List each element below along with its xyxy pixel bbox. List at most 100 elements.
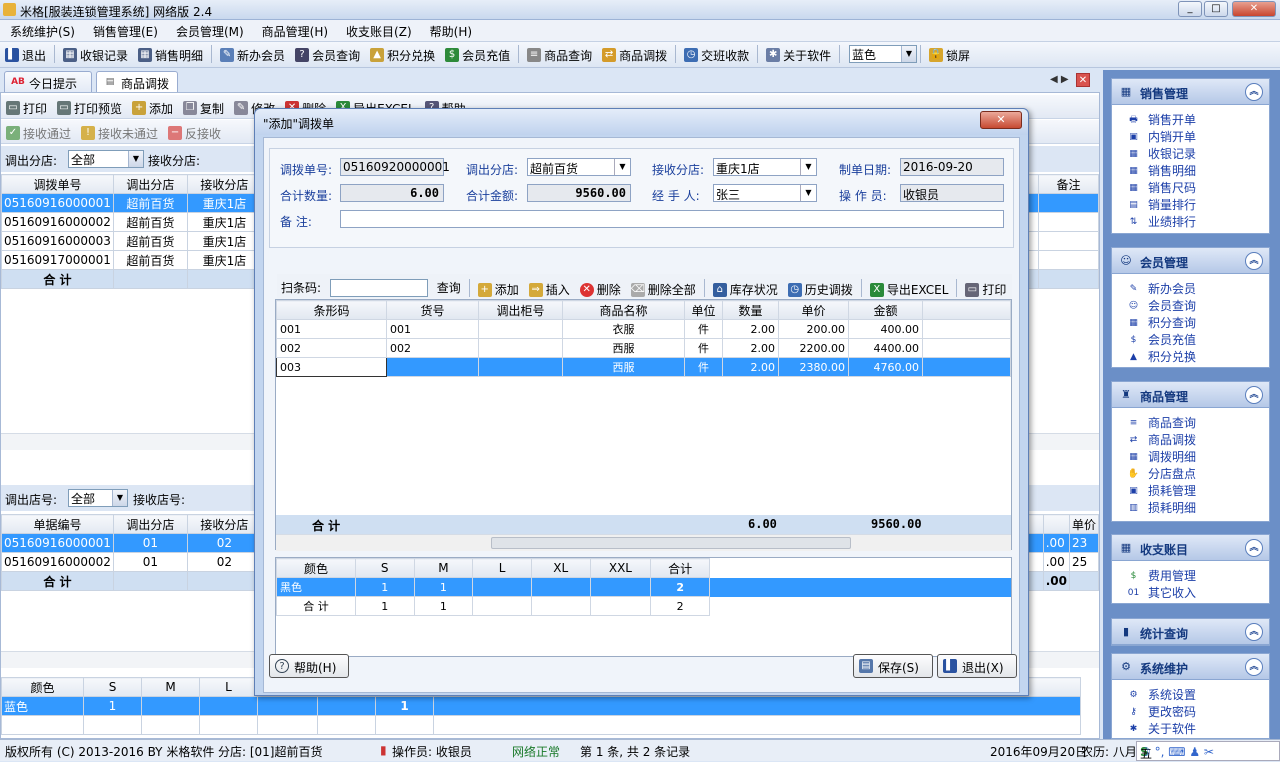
sidebar-item-change-password[interactable]: ⚷ 更改密码 — [1112, 704, 1269, 721]
cell[interactable]: 件 — [684, 357, 723, 377]
menu-accounts[interactable]: 收支账目(Z) — [336, 20, 420, 40]
points-exchange-button[interactable]: ▲ 积分兑换 — [365, 43, 440, 67]
approve-fail-button[interactable]: ! 接收未通过 — [76, 121, 163, 145]
cell[interactable] — [472, 577, 532, 597]
sidebar-item-about[interactable]: ✱ 关于软件 — [1112, 721, 1269, 738]
minimize-button[interactable]: _ — [1178, 1, 1202, 17]
items-horizontal-scrollbar[interactable] — [276, 534, 1011, 551]
note-input[interactable] — [340, 210, 1004, 228]
menu-help[interactable]: 帮助(H) — [420, 20, 480, 40]
sales-detail-button[interactable]: ▦ 销售明细 — [133, 43, 208, 67]
cell[interactable] — [478, 319, 563, 339]
panel-header[interactable]: ▦ 收支账目 ︽ — [1112, 535, 1269, 561]
cell[interactable] — [589, 577, 652, 597]
dialog-help-button[interactable]: ? 帮助(H) — [269, 654, 349, 678]
sidebar-item-system-settings[interactable]: ⚙ 系统设置 — [1112, 687, 1269, 704]
handler-select[interactable]: 张三 ▼ — [713, 184, 817, 202]
collapse-icon[interactable]: ︽ — [1245, 539, 1263, 557]
cell[interactable]: 001 — [386, 319, 479, 339]
panel-header[interactable]: ⚙ 系统维护 ︽ — [1112, 654, 1269, 680]
sidebar-item-sales-detail[interactable]: ▦ 销售明细 — [1112, 163, 1269, 180]
collapse-icon[interactable]: ︽ — [1245, 252, 1263, 270]
col-out-branch[interactable]: 调出分店 — [112, 174, 188, 194]
ime-toolbar[interactable]: S 五 ☽ °, ⌨ ♟ ✂ — [1136, 741, 1280, 761]
row-delete-all-button[interactable]: ⌫ 删除全部 — [626, 278, 701, 302]
col-goods-name[interactable]: 商品名称 — [562, 300, 685, 320]
col-color[interactable]: 颜色 — [1, 677, 84, 697]
sidebar-item-sales-size[interactable]: ▦ 销售尺码 — [1112, 180, 1269, 197]
cell[interactable]: 件 — [684, 338, 723, 358]
sidebar-item-expense[interactable]: $ 费用管理 — [1112, 568, 1269, 585]
col-bill-no[interactable]: 单据编号 — [1, 514, 114, 534]
sidebar-item-other-income[interactable]: 01 其它收入 — [1112, 585, 1269, 602]
cell[interactable]: 4400.00 — [848, 338, 923, 358]
col-m[interactable]: M — [141, 677, 200, 697]
menu-sales[interactable]: 销售管理(E) — [83, 20, 166, 40]
row-insert-button[interactable]: ⇒ 插入 — [524, 278, 575, 302]
cell[interactable]: 4760.00 — [848, 357, 923, 377]
exit-dialog-button[interactable]: ▌ 退出(X) — [937, 654, 1017, 678]
cell[interactable]: 2200.00 — [778, 338, 849, 358]
row-delete-button[interactable]: ✕ 删除 — [575, 278, 626, 302]
col-in-branch[interactable]: 接收分店 — [186, 514, 262, 534]
barcode-edit-cell[interactable]: 003 — [276, 357, 387, 377]
member-recharge-button[interactable]: $ 会员充值 — [440, 43, 515, 67]
save-button[interactable]: ▤ 保存(S) — [853, 654, 933, 678]
col-item-no[interactable]: 货号 — [386, 300, 479, 320]
menu-goods[interactable]: 商品管理(H) — [252, 20, 336, 40]
scan-query-button[interactable]: 查询 — [432, 275, 466, 299]
table-row[interactable]: 黑色 1 1 2 — [276, 577, 710, 597]
sidebar-item-goods-transfer[interactable]: ⇄ 商品调拨 — [1112, 432, 1269, 449]
panel-header[interactable]: ♜ 商品管理 ︽ — [1112, 382, 1269, 408]
col-amount[interactable]: 金额 — [848, 300, 923, 320]
dialog-export-excel-button[interactable]: X 导出EXCEL — [865, 278, 954, 302]
table-row[interactable]: 001 001 衣服件 2.00 200.00 400.00 — [276, 319, 1011, 339]
table-row[interactable]: 002 002 西服件 2.00 2200.00 4400.00 — [276, 338, 1011, 358]
member-query-button[interactable]: ? 会员查询 — [290, 43, 365, 67]
cell[interactable] — [530, 577, 591, 597]
panel-header[interactable]: ▮ 统计查询 ︽ — [1112, 619, 1269, 645]
sidebar-item-member-recharge[interactable]: $ 会员充值 — [1112, 332, 1269, 349]
cell[interactable]: 002 — [276, 338, 387, 358]
tab-today-tips[interactable]: AB 今日提示 — [4, 71, 92, 92]
sidebar-item-cash-records[interactable]: ▦ 收银记录 — [1112, 146, 1269, 163]
print-preview-button[interactable]: ▭ 打印预览 — [52, 96, 127, 120]
about-button[interactable]: ✱ 关于软件 — [761, 43, 836, 67]
goods-transfer-button[interactable]: ⇄ 商品调拨 — [597, 43, 672, 67]
sidebar-item-goods-query[interactable]: ≡ 商品查询 — [1112, 415, 1269, 432]
collapse-icon[interactable]: ︽ — [1245, 83, 1263, 101]
collapse-icon[interactable]: ︽ — [1245, 658, 1263, 676]
menu-member[interactable]: 会员管理(M) — [166, 20, 252, 40]
dialog-print-button[interactable]: ▭ 打印 — [960, 278, 1011, 302]
col-total[interactable]: 合计 — [650, 558, 710, 578]
cell[interactable]: 1 — [413, 577, 474, 597]
col-in-branch[interactable]: 接收分店 — [186, 174, 262, 194]
cell[interactable]: 西服 — [562, 357, 685, 377]
table-row[interactable]: 003 西服件 2.00 2380.00 4760.00 — [276, 357, 1011, 377]
panel-header[interactable]: ☺ 会员管理 ︽ — [1112, 248, 1269, 274]
cell[interactable]: 2.00 — [722, 319, 779, 339]
sidebar-item-loss-detail[interactable]: ▥ 损耗明细 — [1112, 500, 1269, 517]
sidebar-item-sales-rank[interactable]: ▤ 销量排行 — [1112, 197, 1269, 214]
cell[interactable]: 200.00 — [778, 319, 849, 339]
col-color[interactable]: 颜色 — [276, 558, 356, 578]
col-counter[interactable]: 调出柜号 — [478, 300, 563, 320]
col-l[interactable]: L — [199, 677, 258, 697]
maximize-button[interactable]: □ — [1204, 1, 1228, 17]
scan-input[interactable] — [329, 279, 428, 297]
col-unit-price[interactable]: 单价 — [778, 300, 849, 320]
col-transfer-no[interactable]: 调拨单号 — [1, 174, 114, 194]
sidebar-item-sales-order[interactable]: 🖶 销售开单 — [1112, 112, 1269, 129]
exit-button[interactable]: ▌ 退出 — [0, 43, 51, 67]
sidebar-item-points-exchange[interactable]: ▲ 积分兑换 — [1112, 349, 1269, 366]
new-member-button[interactable]: ✎ 新办会员 — [215, 43, 290, 67]
col-price[interactable]: 单价 — [1068, 514, 1100, 534]
col-note[interactable]: 备注 — [1038, 174, 1099, 194]
cell[interactable]: 001 — [276, 319, 387, 339]
cell[interactable]: 1 — [354, 577, 415, 597]
tab-scroll-arrows[interactable]: ◀ ▶ — [1050, 74, 1069, 85]
dialog-close-button[interactable]: ✕ — [980, 111, 1022, 129]
cell[interactable]: 件 — [684, 319, 723, 339]
tab-close-icon[interactable]: ✕ — [1076, 73, 1090, 87]
cell[interactable] — [478, 338, 563, 358]
